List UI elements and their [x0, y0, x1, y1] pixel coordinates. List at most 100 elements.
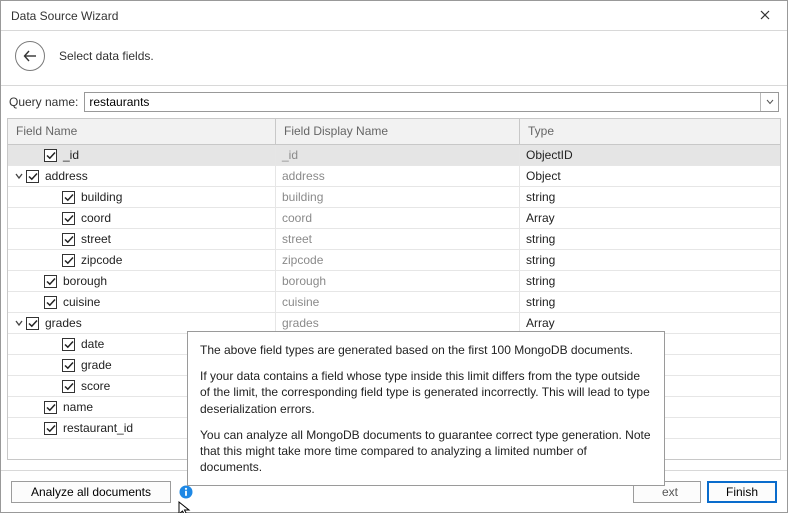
field-type-cell: string [520, 292, 780, 312]
field-type-cell: string [520, 250, 780, 270]
info-icon[interactable] [179, 485, 193, 499]
table-row[interactable]: boroughboroughstring [8, 271, 780, 292]
expander-placeholder [50, 339, 60, 349]
field-checkbox[interactable] [44, 275, 57, 288]
wizard-window: Data Source Wizard Select data fields. Q… [0, 0, 788, 513]
info-tooltip: The above field types are generated base… [187, 331, 665, 486]
field-name-cell: grades [8, 313, 276, 333]
field-name: date [81, 337, 104, 351]
field-name: zipcode [81, 253, 122, 267]
analyze-all-button[interactable]: Analyze all documents [11, 481, 171, 503]
expander-placeholder [50, 234, 60, 244]
field-display-cell: _id [276, 145, 520, 165]
column-type[interactable]: Type [520, 119, 780, 144]
field-name: cuisine [63, 295, 100, 309]
expander-icon[interactable] [14, 318, 24, 328]
expander-placeholder [32, 150, 42, 160]
close-button[interactable] [753, 9, 777, 23]
table-row[interactable]: zipcodezipcodestring [8, 250, 780, 271]
field-checkbox[interactable] [44, 149, 57, 162]
field-type-cell: string [520, 229, 780, 249]
field-checkbox[interactable] [44, 401, 57, 414]
field-display-cell: address [276, 166, 520, 186]
field-name-cell: street [8, 229, 276, 249]
table-row[interactable]: cuisinecuisinestring [8, 292, 780, 313]
field-type-cell: ObjectID [520, 145, 780, 165]
field-name-cell: zipcode [8, 250, 276, 270]
field-name: building [81, 190, 122, 204]
field-checkbox[interactable] [62, 359, 75, 372]
field-display-cell: cuisine [276, 292, 520, 312]
tooltip-para-3: You can analyze all MongoDB documents to… [200, 427, 652, 476]
window-title: Data Source Wizard [11, 9, 753, 23]
field-checkbox[interactable] [26, 170, 39, 183]
field-name: street [81, 232, 111, 246]
field-name-cell: coord [8, 208, 276, 228]
field-checkbox[interactable] [26, 317, 39, 330]
field-checkbox[interactable] [62, 380, 75, 393]
column-field-name[interactable]: Field Name [8, 119, 276, 144]
field-name-cell: _id [8, 145, 276, 165]
expander-placeholder [32, 297, 42, 307]
combo-arrow-icon[interactable] [760, 93, 778, 111]
grid-header: Field Name Field Display Name Type [8, 119, 780, 145]
expander-placeholder [50, 213, 60, 223]
expander-placeholder [32, 276, 42, 286]
field-name-cell: borough [8, 271, 276, 291]
field-checkbox[interactable] [62, 212, 75, 225]
tooltip-para-1: The above field types are generated base… [200, 342, 652, 358]
expander-placeholder [50, 381, 60, 391]
field-name: name [63, 400, 93, 414]
field-checkbox[interactable] [44, 422, 57, 435]
page-subtitle: Select data fields. [59, 49, 154, 63]
tooltip-para-2: If your data contains a field whose type… [200, 368, 652, 417]
field-name: _id [63, 148, 79, 162]
expander-placeholder [50, 192, 60, 202]
back-button[interactable] [15, 41, 45, 71]
expander-placeholder [32, 402, 42, 412]
table-row[interactable]: coordcoordArray [8, 208, 780, 229]
field-name-cell: building [8, 187, 276, 207]
field-name: score [81, 379, 110, 393]
query-name-label: Query name: [9, 95, 78, 109]
finish-button[interactable]: Finish [707, 481, 777, 503]
query-name-input[interactable] [85, 93, 760, 111]
field-display-cell: grades [276, 313, 520, 333]
field-type-cell: Object [520, 166, 780, 186]
field-display-cell: coord [276, 208, 520, 228]
expander-icon[interactable] [14, 171, 24, 181]
table-row[interactable]: addressaddressObject [8, 166, 780, 187]
field-checkbox[interactable] [62, 254, 75, 267]
table-row[interactable]: _id_idObjectID [8, 145, 780, 166]
field-type-cell: Array [520, 208, 780, 228]
field-name: restaurant_id [63, 421, 133, 435]
field-type-cell: Array [520, 313, 780, 333]
field-display-cell: building [276, 187, 520, 207]
titlebar: Data Source Wizard [1, 1, 787, 31]
field-name: borough [63, 274, 107, 288]
field-checkbox[interactable] [44, 296, 57, 309]
field-checkbox[interactable] [62, 233, 75, 246]
field-display-cell: zipcode [276, 250, 520, 270]
field-name: address [45, 169, 88, 183]
field-name-cell: address [8, 166, 276, 186]
field-name: coord [81, 211, 111, 225]
header: Select data fields. [1, 31, 787, 86]
field-name: grades [45, 316, 82, 330]
field-checkbox[interactable] [62, 191, 75, 204]
expander-placeholder [50, 360, 60, 370]
table-row[interactable]: buildingbuildingstring [8, 187, 780, 208]
table-row[interactable]: streetstreetstring [8, 229, 780, 250]
field-type-cell: string [520, 271, 780, 291]
field-display-cell: street [276, 229, 520, 249]
field-name-cell: cuisine [8, 292, 276, 312]
field-checkbox[interactable] [62, 338, 75, 351]
field-name: grade [81, 358, 112, 372]
query-name-row: Query name: [1, 86, 787, 118]
query-name-combo[interactable] [84, 92, 779, 112]
expander-placeholder [50, 255, 60, 265]
cursor-icon [177, 500, 195, 513]
field-display-cell: borough [276, 271, 520, 291]
column-field-display[interactable]: Field Display Name [276, 119, 520, 144]
field-type-cell: string [520, 187, 780, 207]
